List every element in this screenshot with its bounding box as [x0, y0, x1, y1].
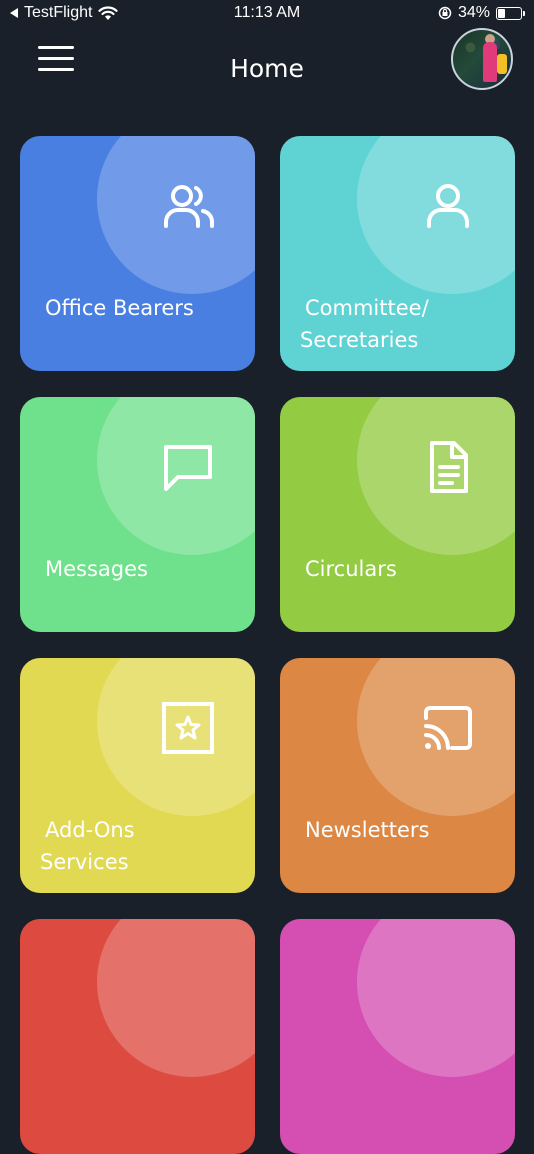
- tile-label: Newsletters: [305, 814, 429, 846]
- user-icon: [416, 174, 480, 238]
- orientation-lock-icon: [438, 6, 452, 20]
- tile-label-line: Circulars: [305, 557, 397, 581]
- tile-decor-circle: [97, 919, 255, 1077]
- tile-label: Committee/Secretaries: [300, 292, 429, 356]
- cast-icon: [416, 696, 480, 760]
- tile-label-line: Messages: [45, 557, 148, 581]
- battery-icon: [496, 6, 525, 20]
- tile-label: Add-Ons Services: [40, 814, 135, 878]
- tile-label-line: Office Bearers: [45, 296, 194, 320]
- message-icon: [156, 435, 220, 499]
- star-square-icon: [156, 696, 220, 760]
- tile-label-line: Add-Ons: [45, 818, 135, 842]
- battery-percent: 34%: [457, 4, 490, 21]
- battery-level: [498, 8, 505, 18]
- tile-partial-7[interactable]: [280, 919, 515, 1154]
- tile-office-bearers[interactable]: Office Bearers: [20, 136, 255, 371]
- document-icon: [416, 435, 480, 499]
- tile-label-line: Services: [40, 850, 129, 874]
- tile-partial-6[interactable]: [20, 919, 255, 1154]
- tile-label-line: Secretaries: [300, 328, 419, 352]
- app-header: Home: [0, 28, 534, 118]
- tile-label: Office Bearers: [45, 292, 194, 324]
- status-right: 34%: [438, 4, 525, 22]
- tile-messages[interactable]: Messages: [20, 397, 255, 632]
- tile-committee-secretaries[interactable]: Committee/Secretaries: [280, 136, 515, 371]
- tile-label: Circulars: [305, 553, 397, 585]
- tile-label-line: Committee/: [305, 296, 429, 320]
- status-bar: TestFlight 11:13 AM 34%: [0, 0, 534, 28]
- tile-decor-circle: [357, 919, 515, 1077]
- tile-newsletters[interactable]: Newsletters: [280, 658, 515, 893]
- tile-add-ons-services[interactable]: Add-Ons Services: [20, 658, 255, 893]
- tile-label-line: Newsletters: [305, 818, 430, 842]
- users-icon: [156, 174, 220, 238]
- user-avatar[interactable]: [451, 28, 513, 90]
- tile-label: Messages: [45, 553, 148, 585]
- tile-circulars[interactable]: Circulars: [280, 397, 515, 632]
